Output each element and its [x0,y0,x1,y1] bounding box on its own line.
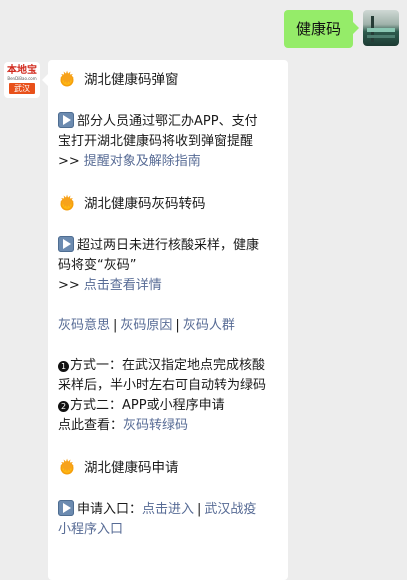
my-avatar[interactable] [363,10,399,46]
separator: | [113,318,118,333]
section-title-text: 湖北健康码灰码转码 [84,196,206,212]
number-badge-1: 1 [58,361,69,372]
section-title-text: 湖北健康码申请 [84,460,179,476]
outgoing-bubble[interactable]: 健康码 [283,10,360,48]
link-miniprogram-entry[interactable]: 小程序入口 [58,522,123,537]
apply-line1: 申请入口：点击进入 | 武汉战疫 [58,500,278,520]
separator: | [175,318,180,333]
link-enter[interactable]: 点击进入 [142,502,194,517]
link-gray-people[interactable]: 灰码人群 [183,318,235,333]
check-line: 点此查看：灰码转绿码 [58,418,189,433]
section-title-graycode: 湖北健康码灰码转码 [58,192,278,216]
graycode-body-line2: 码将变“灰码” [58,258,137,273]
avatar-stripe [367,28,395,32]
section-title-popup: 湖北健康码弹窗 [58,68,278,92]
popup-body-line2: 宝打开湖北健康码将收到弹窗提醒 [58,134,254,149]
link-view-details[interactable]: 点击查看详情 [84,278,162,293]
link-gray-reason[interactable]: 灰码原因 [120,318,172,333]
graycode-link-line: >> 点击查看详情 [58,276,278,296]
section-title-apply: 湖北健康码申请 [58,456,278,480]
arrow-marker: >> [58,278,80,293]
popup-link-line: >> 提醒对象及解除指南 [58,152,278,172]
sender-avatar[interactable]: 本地宝 BenDiBao.com 武汉 [4,62,40,98]
avatar-city-badge: 武汉 [9,83,35,94]
play-icon [58,236,74,252]
play-icon [58,500,74,516]
method1-line2: 采样后，半小时左右可自动转为绿码 [58,378,267,393]
sun-icon [58,193,76,213]
method2-line: 2 方式二：APP或小程序申请 [58,396,278,416]
number-badge-2: 2 [58,401,69,412]
popup-body-line1: 部分人员通过鄂汇办APP、支付 [58,112,278,132]
avatar-domain: BenDiBao.com [7,76,37,81]
link-wuhan-fight[interactable]: 武汉战疫 [204,502,256,517]
incoming-message-bubble: 湖北健康码弹窗 部分人员通过鄂汇办APP、支付 宝打开湖北健康码将收到弹窗提醒 … [42,60,288,580]
link-gray-to-green[interactable]: 灰码转绿码 [123,418,188,433]
outgoing-message: 健康码 [283,10,399,48]
gray-links-row: 灰码意思 | 灰码原因 | 灰码人群 [58,316,278,336]
link-reminder-guide[interactable]: 提醒对象及解除指南 [84,154,201,169]
link-gray-meaning[interactable]: 灰码意思 [58,318,110,333]
avatar-stripe-2 [367,35,395,38]
graycode-body-line1: 超过两日未进行核酸采样，健康 [58,236,278,256]
separator: | [197,502,202,517]
avatar-brand: 本地宝 [7,65,37,76]
section-title-text: 湖北健康码弹窗 [84,72,179,88]
sun-icon [58,457,76,477]
arrow-marker: >> [58,154,80,169]
sun-icon [58,69,76,89]
play-icon [58,112,74,128]
apply-line2: 小程序入口 [58,520,278,540]
method1-line1: 1 方式一：在武汉指定地点完成核酸 [58,356,278,376]
